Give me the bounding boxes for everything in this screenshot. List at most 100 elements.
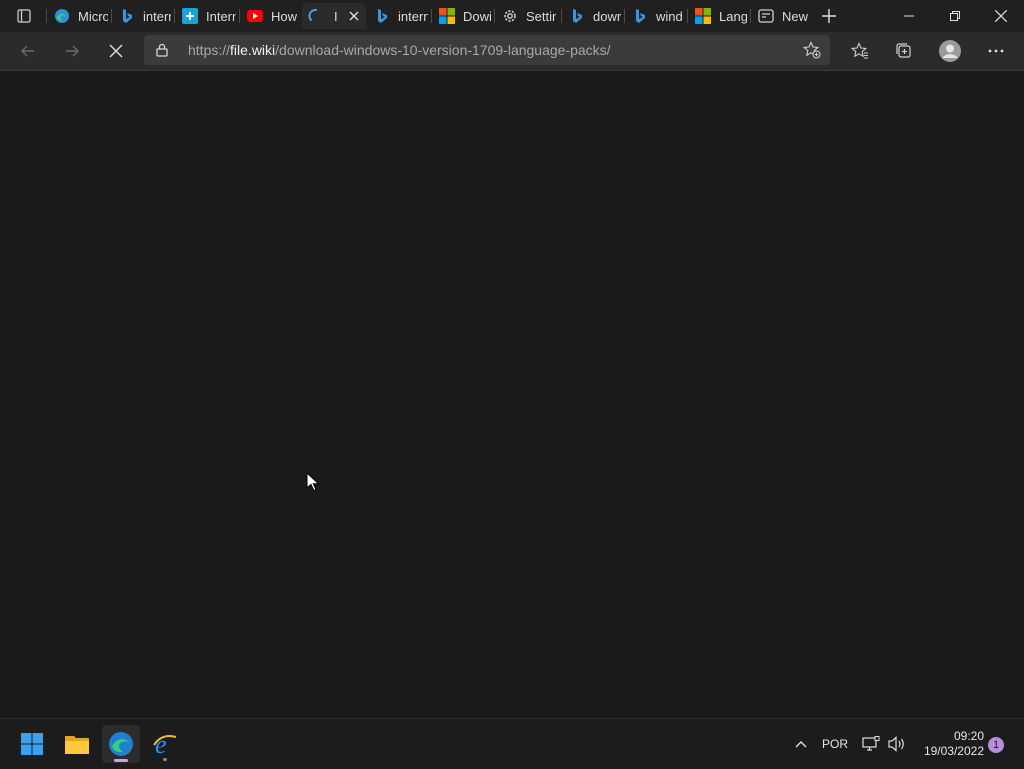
url-path: /download-windows-10-version-1709-langua…: [275, 42, 611, 58]
address-bar[interactable]: https://file.wiki/download-windows-10-ve…: [144, 35, 830, 65]
restore-button[interactable]: [932, 0, 978, 32]
tab-item[interactable]: wind: [626, 3, 684, 29]
profile-button[interactable]: [935, 36, 965, 66]
tab-item[interactable]: Settir: [496, 3, 558, 29]
windows-logo-icon: [21, 733, 43, 755]
tab-actions-menu-button[interactable]: [12, 7, 36, 25]
chevron-up-icon: [795, 741, 807, 748]
bing-icon: [119, 8, 135, 24]
tab-title: intern: [143, 8, 171, 24]
tab-separator: [239, 9, 240, 23]
tab-title: Intern: [206, 8, 236, 24]
add-favorite-button[interactable]: [802, 40, 822, 60]
tab-title: I: [334, 8, 338, 24]
back-button[interactable]: [13, 36, 43, 66]
internet-explorer-button[interactable]: e: [146, 725, 184, 763]
url-text[interactable]: https://file.wiki/download-windows-10-ve…: [188, 42, 611, 58]
avatar-icon: [939, 40, 961, 62]
input-language-indicator[interactable]: POR: [818, 733, 852, 755]
microsoft-icon: [439, 8, 455, 24]
edge-icon: [109, 732, 133, 756]
folder-icon: [65, 736, 89, 754]
close-icon: [995, 10, 1007, 22]
notification-badge[interactable]: 1: [988, 737, 1004, 753]
gear-icon: [502, 8, 518, 24]
edge-icon: [54, 8, 70, 24]
tab-item[interactable]: dowr: [563, 3, 621, 29]
tab-title: dowr: [593, 8, 621, 24]
close-tab-button[interactable]: [346, 8, 362, 24]
show-hidden-icons-button[interactable]: [790, 733, 812, 755]
tab-separator: [624, 9, 625, 23]
tab-item[interactable]: Lang: [689, 3, 747, 29]
close-window-button[interactable]: [978, 0, 1024, 32]
tab-separator: [561, 9, 562, 23]
tab-item[interactable]: How: [241, 3, 299, 29]
tab-item[interactable]: Dowi: [433, 3, 491, 29]
tab-title: How: [271, 8, 298, 24]
tab-separator: [431, 9, 432, 23]
new-tab-button[interactable]: [819, 6, 839, 26]
tab-separator: [750, 9, 751, 23]
tab-title: Dowi: [463, 8, 491, 24]
tab-item[interactable]: intern: [113, 3, 171, 29]
tab-separator: [111, 9, 112, 23]
page-content-area[interactable]: [0, 71, 1024, 717]
tab-title: New: [782, 8, 809, 24]
svg-text:e: e: [155, 731, 167, 757]
bing-icon: [569, 8, 585, 24]
internet-explorer-icon: e: [153, 731, 177, 757]
stop-loading-button[interactable]: [101, 36, 131, 66]
file-explorer-button[interactable]: [58, 725, 96, 763]
minimize-button[interactable]: [886, 0, 932, 32]
tab-item[interactable]: New: [752, 3, 812, 29]
url-scheme: https://: [188, 42, 231, 58]
bing-icon: [374, 8, 390, 24]
network-button[interactable]: [860, 733, 882, 755]
close-icon: [349, 11, 359, 21]
tab-title: wind: [656, 8, 683, 24]
arrow-right-icon: [66, 45, 79, 57]
running-indicator: [163, 758, 167, 761]
bing-icon: [632, 8, 648, 24]
mouse-cursor-icon: [306, 472, 320, 492]
lock-icon[interactable]: [154, 42, 170, 58]
tab-item-active[interactable]: I: [302, 3, 366, 29]
tab-separator: [494, 9, 495, 23]
tab-title: Lang: [719, 8, 747, 24]
tab-item[interactable]: Micro: [48, 3, 108, 29]
clock-date: 19/03/2022: [923, 744, 984, 758]
plus-icon: [822, 9, 836, 23]
restore-icon: [950, 11, 960, 21]
collections-icon: [896, 43, 911, 58]
forward-button[interactable]: [57, 36, 87, 66]
tab-title: Settir: [526, 8, 557, 24]
minimize-icon: [904, 15, 914, 17]
start-button[interactable]: [13, 725, 51, 763]
favorites-icon: [851, 42, 868, 59]
tab-actions-icon: [17, 9, 31, 23]
youtube-icon: [247, 8, 263, 24]
tab-item[interactable]: Intern: [176, 3, 236, 29]
tab-title: intern: [398, 8, 428, 24]
volume-button[interactable]: [886, 733, 908, 755]
more-icon: [988, 49, 1004, 53]
taskbar-clock[interactable]: 09:20 19/03/2022: [916, 729, 984, 759]
settings-more-button[interactable]: [981, 36, 1011, 66]
star-add-icon: [803, 41, 821, 59]
network-icon: [862, 736, 880, 751]
newtab-icon: [758, 8, 774, 24]
running-indicator: [114, 759, 128, 762]
tab-separator: [46, 9, 47, 23]
clock-time: 09:20: [953, 729, 984, 743]
collections-button[interactable]: [889, 36, 919, 66]
edge-taskbar-button[interactable]: [102, 725, 140, 763]
microsoft-icon: [695, 8, 711, 24]
tab-separator: [174, 9, 175, 23]
close-icon: [109, 44, 123, 58]
favorites-button[interactable]: [845, 36, 875, 66]
loading-icon: [308, 8, 324, 24]
tab-separator: [687, 9, 688, 23]
tab-item[interactable]: intern: [368, 3, 428, 29]
tab-title: Micro: [78, 8, 108, 24]
